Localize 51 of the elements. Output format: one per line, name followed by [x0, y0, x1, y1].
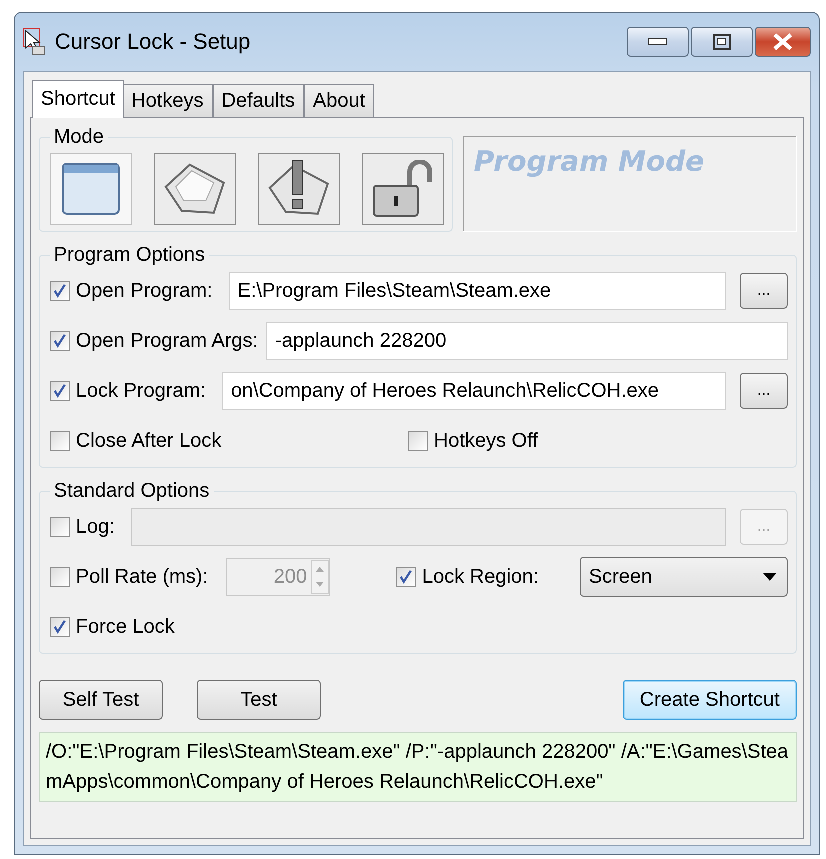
- close-icon: [772, 33, 794, 51]
- group-label: Mode: [53, 126, 106, 149]
- minimize-button[interactable]: [627, 27, 689, 57]
- action-button[interactable]: Create Shortcut: [622, 680, 797, 720]
- group-label: Program Options: [53, 244, 206, 267]
- group-label: Standard Options: [53, 480, 211, 503]
- key-with-exclamation-icon: [266, 160, 332, 218]
- checkbox-label: Open Program:: [76, 280, 213, 302]
- checkbox-label: Poll Rate (ms):: [76, 566, 208, 588]
- key-icon: [162, 161, 228, 217]
- checkbox-label: Lock Program:: [76, 380, 206, 402]
- checkbox-label: Hotkeys Off: [434, 430, 538, 452]
- window-title: Cursor Lock - Setup: [55, 29, 252, 55]
- window-icon: [62, 163, 120, 215]
- checkbox[interactable]: [50, 381, 70, 401]
- tab[interactable]: Defaults: [212, 84, 304, 118]
- tab[interactable]: About: [304, 84, 374, 118]
- maximize-icon: [713, 34, 731, 50]
- app-icon: [23, 28, 47, 56]
- tab[interactable]: Shortcut: [32, 80, 124, 118]
- action-button[interactable]: Self Test: [39, 680, 163, 720]
- checkbox[interactable]: [50, 331, 70, 351]
- action-button[interactable]: Test: [197, 680, 321, 720]
- checkbox-label: Lock Region:: [422, 566, 539, 588]
- region-dropdown[interactable]: Screen: [580, 557, 788, 597]
- spin-arrows-icon: [311, 560, 330, 594]
- minimize-icon: [648, 38, 668, 46]
- checkbox[interactable]: [50, 431, 70, 451]
- browse-button[interactable]: ...: [740, 373, 788, 409]
- checkbox-label: Log:: [76, 516, 115, 538]
- close-button[interactable]: [755, 27, 811, 57]
- checkbox[interactable]: [396, 567, 416, 587]
- mode-button[interactable]: [50, 153, 132, 225]
- browse-button[interactable]: ...: [740, 273, 788, 309]
- checkbox-label: Close After Lock: [76, 430, 222, 452]
- input-field[interactable]: E:\Program Files\Steam\Steam.exe: [228, 272, 726, 310]
- tab[interactable]: Hotkeys: [122, 84, 213, 118]
- checkbox-label: Force Lock: [76, 616, 175, 638]
- input-field[interactable]: -applaunch 228200: [266, 322, 788, 360]
- mode-button[interactable]: [258, 153, 340, 225]
- command-line-output: /O:"E:\Program Files\Steam\Steam.exe" /P:"-applaunch 228200" /A:"E:\Games\SteamApps\common\Company of Heroes Relaunch\RelicCOH.exe": [39, 732, 797, 802]
- checkbox[interactable]: [50, 281, 70, 301]
- dropdown-arrow-icon: [763, 573, 777, 581]
- checkbox[interactable]: [50, 617, 70, 637]
- checkbox[interactable]: [408, 431, 428, 451]
- mode-button[interactable]: [154, 153, 236, 225]
- mode-caption: Program Mode: [463, 136, 797, 232]
- input-field[interactable]: on\Company of Heroes Relaunch\RelicCOH.exe: [222, 372, 726, 410]
- maximize-button[interactable]: [691, 27, 753, 57]
- checkbox-label: Open Program Args:: [76, 330, 258, 352]
- mode-button[interactable]: [362, 153, 444, 225]
